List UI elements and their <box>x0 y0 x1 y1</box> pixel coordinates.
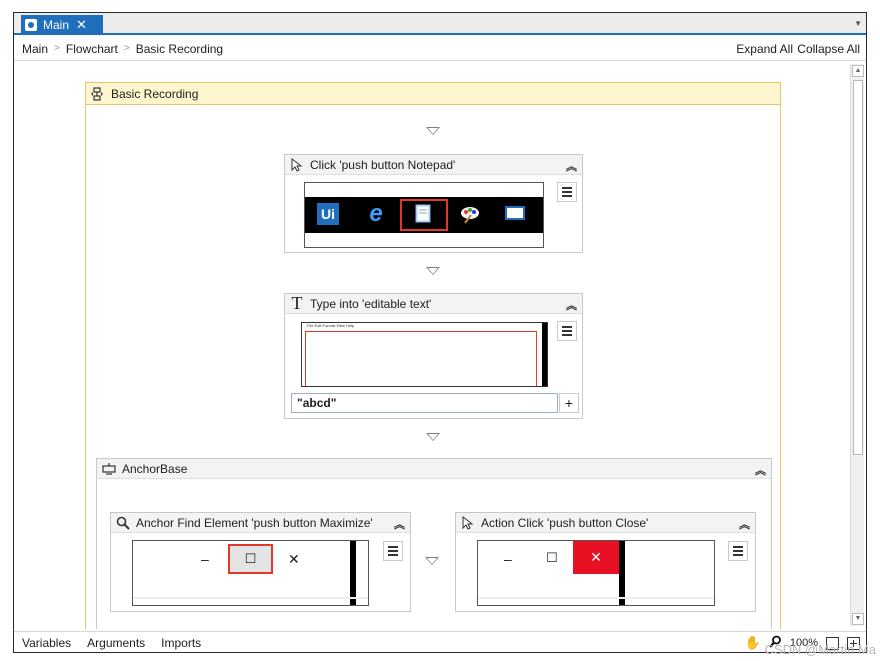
activity-header[interactable]: AnchorBase ︽ <box>97 459 771 479</box>
close-icon: ✕ <box>590 549 602 565</box>
chevron-down-icon[interactable]: ▼ <box>854 19 862 28</box>
breadcrumb-item-flowchart[interactable]: Flowchart <box>66 42 118 56</box>
tab-label: Main <box>43 18 70 32</box>
watermark-text: CSDN @Martin Ma <box>764 642 876 657</box>
close-icon: ✕ <box>288 551 300 567</box>
activity-menu-button[interactable] <box>557 182 577 202</box>
activity-header[interactable]: Anchor Find Element 'push button Maximiz… <box>111 513 410 533</box>
anchor-base-icon <box>101 461 117 477</box>
activity-menu-button[interactable] <box>383 541 403 561</box>
collapse-chevron-icon[interactable]: ︽ <box>739 516 750 532</box>
search-icon <box>115 515 131 531</box>
window-bottom <box>478 597 714 599</box>
hand-pan-icon[interactable]: ✋ <box>745 635 761 651</box>
activity-menu-button[interactable] <box>557 321 577 341</box>
drop-arrow-icon[interactable] <box>426 127 440 135</box>
drop-arrow-icon[interactable] <box>426 433 440 441</box>
screenshot-window-controls: – ☐ ✕ <box>132 540 369 606</box>
activity-title: Anchor Find Element 'push button Maximiz… <box>136 515 373 530</box>
sequence-title: Basic Recording <box>111 86 199 101</box>
activity-title: AnchorBase <box>122 461 188 476</box>
vertical-scrollbar[interactable]: ▲ ▼ <box>850 64 864 626</box>
highlight-box <box>400 199 448 231</box>
activity-anchor-base[interactable]: AnchorBase ︽ Anchor Find Element 'push b… <box>96 458 772 629</box>
scrollbar-thumb[interactable] <box>853 80 863 455</box>
sequence-basic-recording[interactable]: Basic Recording Click 'push button Notep… <box>85 82 781 629</box>
scroll-down-icon[interactable]: ▼ <box>852 613 864 625</box>
variables-tab[interactable]: Variables <box>22 636 71 650</box>
scroll-up-icon[interactable]: ▲ <box>852 65 864 77</box>
activity-title: Action Click 'push button Close' <box>481 515 649 530</box>
activity-type-into[interactable]: T Type into 'editable text' ︽ File Edit … <box>284 293 583 419</box>
screenshot-taskbar: Ui e <box>304 182 544 248</box>
maximize-icon: ☐ <box>244 551 257 566</box>
workflow-icon <box>25 19 37 31</box>
screenshot-notepad: File Edit Format View Help <box>301 322 548 387</box>
add-button[interactable]: + <box>559 393 579 413</box>
imports-tab[interactable]: Imports <box>161 636 201 650</box>
activity-title: Click 'push button Notepad' <box>310 157 456 172</box>
breadcrumb-separator: > <box>123 43 130 54</box>
cursor-icon <box>460 515 476 531</box>
sequence-header[interactable]: Basic Recording <box>86 83 780 105</box>
uipath-icon: Ui <box>317 203 339 225</box>
highlight-box <box>305 331 537 386</box>
drop-arrow-icon[interactable] <box>425 557 439 565</box>
minimize-icon: – <box>504 551 512 567</box>
paint-icon <box>459 203 481 225</box>
designer-window: Main ✕ ▼ Main > Flowchart > Basic Record… <box>13 12 867 653</box>
activity-click-notepad[interactable]: Click 'push button Notepad' ︽ Ui e <box>284 154 583 253</box>
screenshot-window-controls: – ☐ ✕ <box>477 540 715 606</box>
activity-title: Type into 'editable text' <box>310 296 432 311</box>
window-edge <box>619 541 625 605</box>
internet-explorer-icon: e <box>369 200 383 227</box>
breadcrumb-item-basic-recording[interactable]: Basic Recording <box>136 42 223 56</box>
type-into-icon: T <box>291 293 303 313</box>
tab-strip: Main ✕ ▼ <box>14 13 866 35</box>
collapse-chevron-icon[interactable]: ︽ <box>566 158 577 174</box>
maximize-icon: ☐ <box>546 550 558 565</box>
collapse-chevron-icon[interactable]: ︽ <box>394 516 405 532</box>
collapse-chevron-icon[interactable]: ︽ <box>566 297 577 313</box>
breadcrumb: Main > Flowchart > Basic Recording Expan… <box>14 37 866 61</box>
expand-all-link[interactable]: Expand All <box>736 42 793 56</box>
designer-canvas[interactable]: Basic Recording Click 'push button Notep… <box>14 62 849 629</box>
close-icon[interactable]: ✕ <box>76 17 87 33</box>
notepad-scrollbar <box>542 323 547 386</box>
activity-header[interactable]: T Type into 'editable text' ︽ <box>285 293 582 314</box>
tab-main[interactable]: Main ✕ <box>21 15 103 35</box>
window-bottom <box>133 597 368 599</box>
text-input[interactable]: "abcd" <box>291 393 558 413</box>
activity-header[interactable]: Click 'push button Notepad' ︽ <box>285 155 582 175</box>
status-bar: Variables Arguments Imports ✋ 100% <box>14 631 866 652</box>
breadcrumb-separator: > <box>54 43 60 54</box>
activity-header[interactable]: Action Click 'push button Close' ︽ <box>456 513 755 533</box>
drop-arrow-icon[interactable] <box>426 267 440 275</box>
collapse-chevron-icon[interactable]: ︽ <box>755 462 766 478</box>
close-highlight: ✕ <box>573 541 619 574</box>
activity-action-click-close[interactable]: Action Click 'push button Close' ︽ – ☐ ✕ <box>455 512 756 612</box>
cursor-icon <box>289 157 305 173</box>
maximize-highlight: ☐ <box>228 544 273 574</box>
window-edge <box>350 541 356 605</box>
activity-anchor-find-element[interactable]: Anchor Find Element 'push button Maximiz… <box>110 512 411 612</box>
collapse-all-link[interactable]: Collapse All <box>797 42 860 56</box>
arguments-tab[interactable]: Arguments <box>87 636 145 650</box>
sequence-icon <box>91 86 103 101</box>
window-app-icon <box>505 206 525 220</box>
activity-menu-button[interactable] <box>728 541 748 561</box>
breadcrumb-item-main[interactable]: Main <box>22 42 48 56</box>
minimize-icon: – <box>201 551 209 567</box>
